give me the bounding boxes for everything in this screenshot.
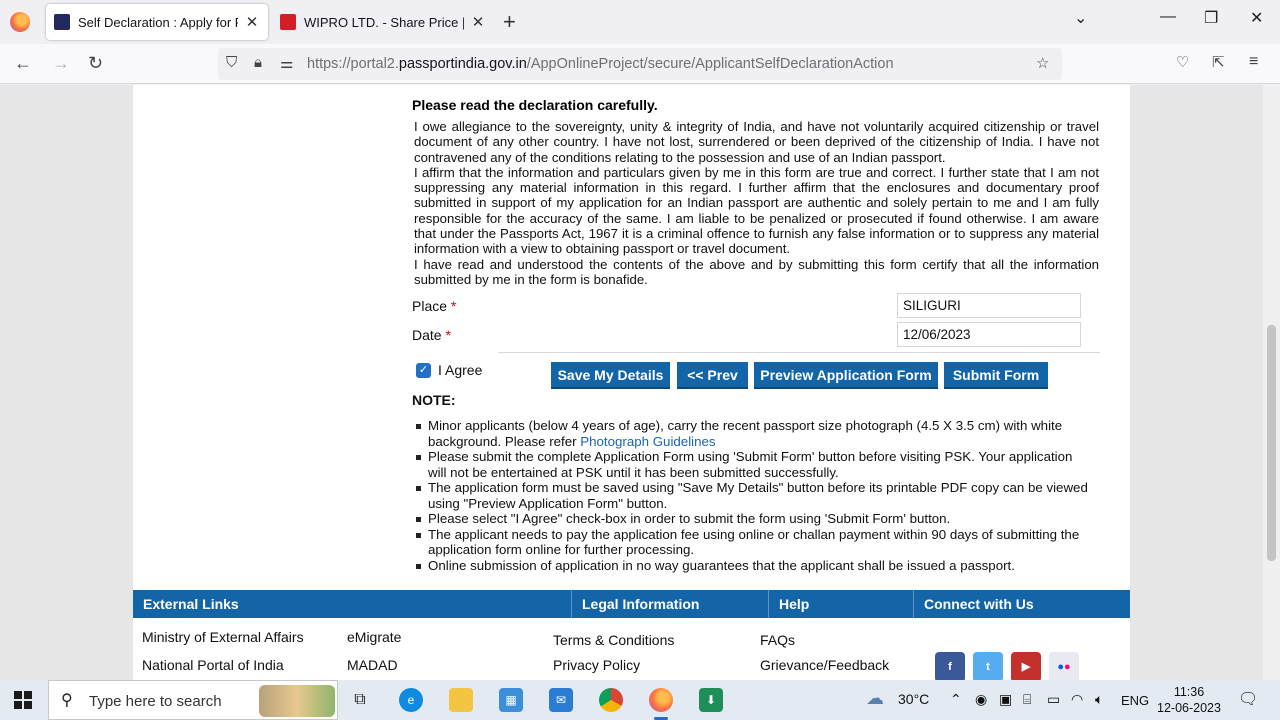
footer-legal-heading: Legal Information	[571, 590, 699, 618]
new-tab-plus-icon[interactable]: +	[503, 9, 516, 35]
url-text[interactable]: https://portal2.passportindia.gov.in/App…	[307, 56, 894, 72]
facebook-icon[interactable]: f	[935, 652, 965, 680]
reload-icon[interactable]: ↻	[88, 53, 103, 74]
battery-icon[interactable]: ▭	[1047, 691, 1060, 708]
show-hidden-icons-chevron-icon[interactable]: ⌃	[950, 691, 962, 708]
task-view-icon[interactable]: ⧉	[348, 688, 372, 712]
record-icon[interactable]: ◉	[975, 691, 987, 708]
app-installer-icon[interactable]: ⬇	[699, 688, 723, 712]
bookmark-star-icon[interactable]: ☆	[1036, 54, 1049, 72]
extensions-icon[interactable]: ⇱	[1212, 53, 1225, 71]
footer-link-terms[interactable]: Terms & Conditions	[553, 632, 674, 648]
passport-favicon-icon	[54, 14, 70, 30]
note-item: Minor applicants (below 4 years of age),…	[414, 418, 1094, 449]
note-item: Please submit the complete Application F…	[414, 449, 1094, 480]
footer-link-madad[interactable]: MADAD	[347, 657, 398, 673]
pocket-icon[interactable]: ♡	[1176, 53, 1189, 71]
footer-link-faqs[interactable]: FAQs	[760, 632, 795, 648]
required-mark: *	[450, 298, 457, 314]
note-list: Minor applicants (below 4 years of age),…	[414, 418, 1094, 573]
windows-start-icon[interactable]	[14, 691, 32, 709]
mail-icon[interactable]: ✉	[549, 688, 573, 712]
note-item: Online submission of application in no w…	[414, 558, 1094, 574]
footer-header-bar: External Links Legal Information Help Co…	[133, 590, 1130, 618]
tab-wipro[interactable]: WIPRO LTD. - Share Price | Ratios ✕	[272, 4, 494, 40]
note-item: Please select "I Agree" check-box in ord…	[414, 511, 1094, 527]
chrome-icon[interactable]	[599, 688, 623, 712]
close-tab-icon[interactable]: ✕	[244, 13, 260, 31]
notifications-icon[interactable]: 🗨︎	[1238, 689, 1258, 709]
firefox-icon[interactable]	[10, 12, 30, 32]
edge-icon[interactable]: e	[399, 688, 423, 712]
minimize-icon[interactable]: —	[1160, 8, 1176, 26]
list-tabs-chevron-icon[interactable]: ⌄	[1074, 8, 1087, 28]
search-icon: ⚲	[61, 692, 73, 709]
date-label: Date *	[412, 327, 451, 343]
declaration-heading: Please read the declaration carefully.	[412, 97, 658, 113]
footer-connect-heading: Connect with Us	[913, 590, 1034, 618]
system-clock[interactable]: 11:36 12-06-2023	[1156, 684, 1222, 716]
page-viewport: Please read the declaration carefully. I…	[0, 85, 1263, 680]
file-explorer-icon[interactable]	[449, 688, 473, 712]
note-item: The applicant needs to pay the applicati…	[414, 527, 1094, 558]
permissions-icon[interactable]: ⚌	[280, 54, 293, 72]
tab-self-declaration[interactable]: Self Declaration : Apply for Fresh Passp…	[46, 4, 268, 40]
required-mark: *	[445, 327, 451, 343]
forward-arrow-icon[interactable]: →	[52, 53, 70, 74]
place-label: Place *	[412, 298, 457, 314]
flickr-icon[interactable]: ●●	[1049, 652, 1079, 680]
close-tab-icon[interactable]: ✕	[470, 13, 486, 31]
youtube-icon[interactable]: ▶	[1011, 652, 1041, 680]
footer-help-heading: Help	[768, 590, 809, 618]
footer-link-privacy[interactable]: Privacy Policy	[553, 657, 640, 673]
date-input[interactable]	[897, 322, 1081, 347]
footer-link-grievance[interactable]: Grievance/Feedback	[760, 657, 889, 673]
declaration-text: I owe allegiance to the sovereignty, uni…	[414, 119, 1099, 287]
language-indicator[interactable]: ENG	[1121, 693, 1149, 708]
back-arrow-icon[interactable]: ←	[14, 53, 32, 74]
weather-cloud-icon[interactable]: ☁	[866, 688, 884, 709]
address-bar[interactable]: ⛉ 🔒︎ ⚌ https://portal2.passportindia.gov…	[218, 48, 1062, 80]
submit-form-button[interactable]: Submit Form	[944, 362, 1048, 389]
tab-strip: Self Declaration : Apply for Fresh Passp…	[0, 0, 1280, 44]
page-scrollbar[interactable]	[1263, 85, 1280, 680]
wifi-icon[interactable]: ◠	[1071, 691, 1083, 708]
close-window-icon[interactable]: ✕	[1250, 8, 1263, 28]
agree-checkbox[interactable]: ✓	[416, 362, 431, 378]
meet-now-icon[interactable]: ▣	[999, 691, 1012, 708]
volume-icon[interactable]: 🔈︎	[1095, 691, 1103, 708]
nav-bar: ← → ↻ ⛉ 🔒︎ ⚌ https://portal2.passportind…	[0, 44, 1280, 84]
menu-hamburger-icon[interactable]: ≡	[1249, 53, 1258, 71]
firefox-taskbar-icon[interactable]	[649, 688, 673, 712]
windows-taskbar: ⚲ Type here to search ⧉ e ▦ ✉ ⬇ ☁ 30°C ⌃…	[0, 680, 1280, 720]
lock-icon[interactable]: 🔒︎	[254, 54, 262, 71]
weather-temperature[interactable]: 30°C	[898, 691, 929, 707]
scrollbar-thumb[interactable]	[1267, 325, 1276, 561]
main-content: Please read the declaration carefully. I…	[133, 85, 1130, 680]
rediff-favicon-icon	[280, 14, 296, 30]
footer-link-national-portal[interactable]: National Portal of India	[142, 657, 284, 673]
photograph-guidelines-link[interactable]: Photograph Guidelines	[580, 434, 715, 449]
shield-icon[interactable]: ⛉	[226, 54, 237, 71]
store-icon[interactable]: ▦	[499, 688, 523, 712]
divider	[498, 352, 1100, 353]
footer-link-mea[interactable]: Ministry of External Affairs	[142, 629, 304, 645]
save-my-details-button[interactable]: Save My Details	[551, 362, 670, 389]
declaration-paragraph: I affirm that the information and partic…	[414, 164, 1099, 257]
search-highlight-image	[259, 685, 335, 717]
note-title: NOTE:	[412, 392, 456, 408]
note-item: The application form must be saved using…	[414, 480, 1094, 511]
footer-link-emigrate[interactable]: eMigrate	[347, 629, 401, 645]
declaration-paragraph: I owe allegiance to the sovereignty, uni…	[414, 119, 1099, 165]
twitter-icon[interactable]: t	[973, 652, 1003, 680]
taskbar-search-box[interactable]: ⚲ Type here to search	[48, 680, 338, 720]
restore-icon[interactable]: ❐	[1204, 8, 1218, 28]
prev-button[interactable]: << Prev	[677, 362, 748, 389]
network-icon[interactable]: ⌸	[1023, 691, 1031, 708]
place-input[interactable]	[897, 293, 1081, 318]
declaration-paragraph: I have read and understood the contents …	[414, 256, 1099, 287]
preview-application-button[interactable]: Preview Application Form	[754, 362, 938, 389]
agree-checkbox-row[interactable]: ✓ I Agree	[416, 362, 482, 378]
footer-external-links-heading: External Links	[143, 596, 239, 612]
